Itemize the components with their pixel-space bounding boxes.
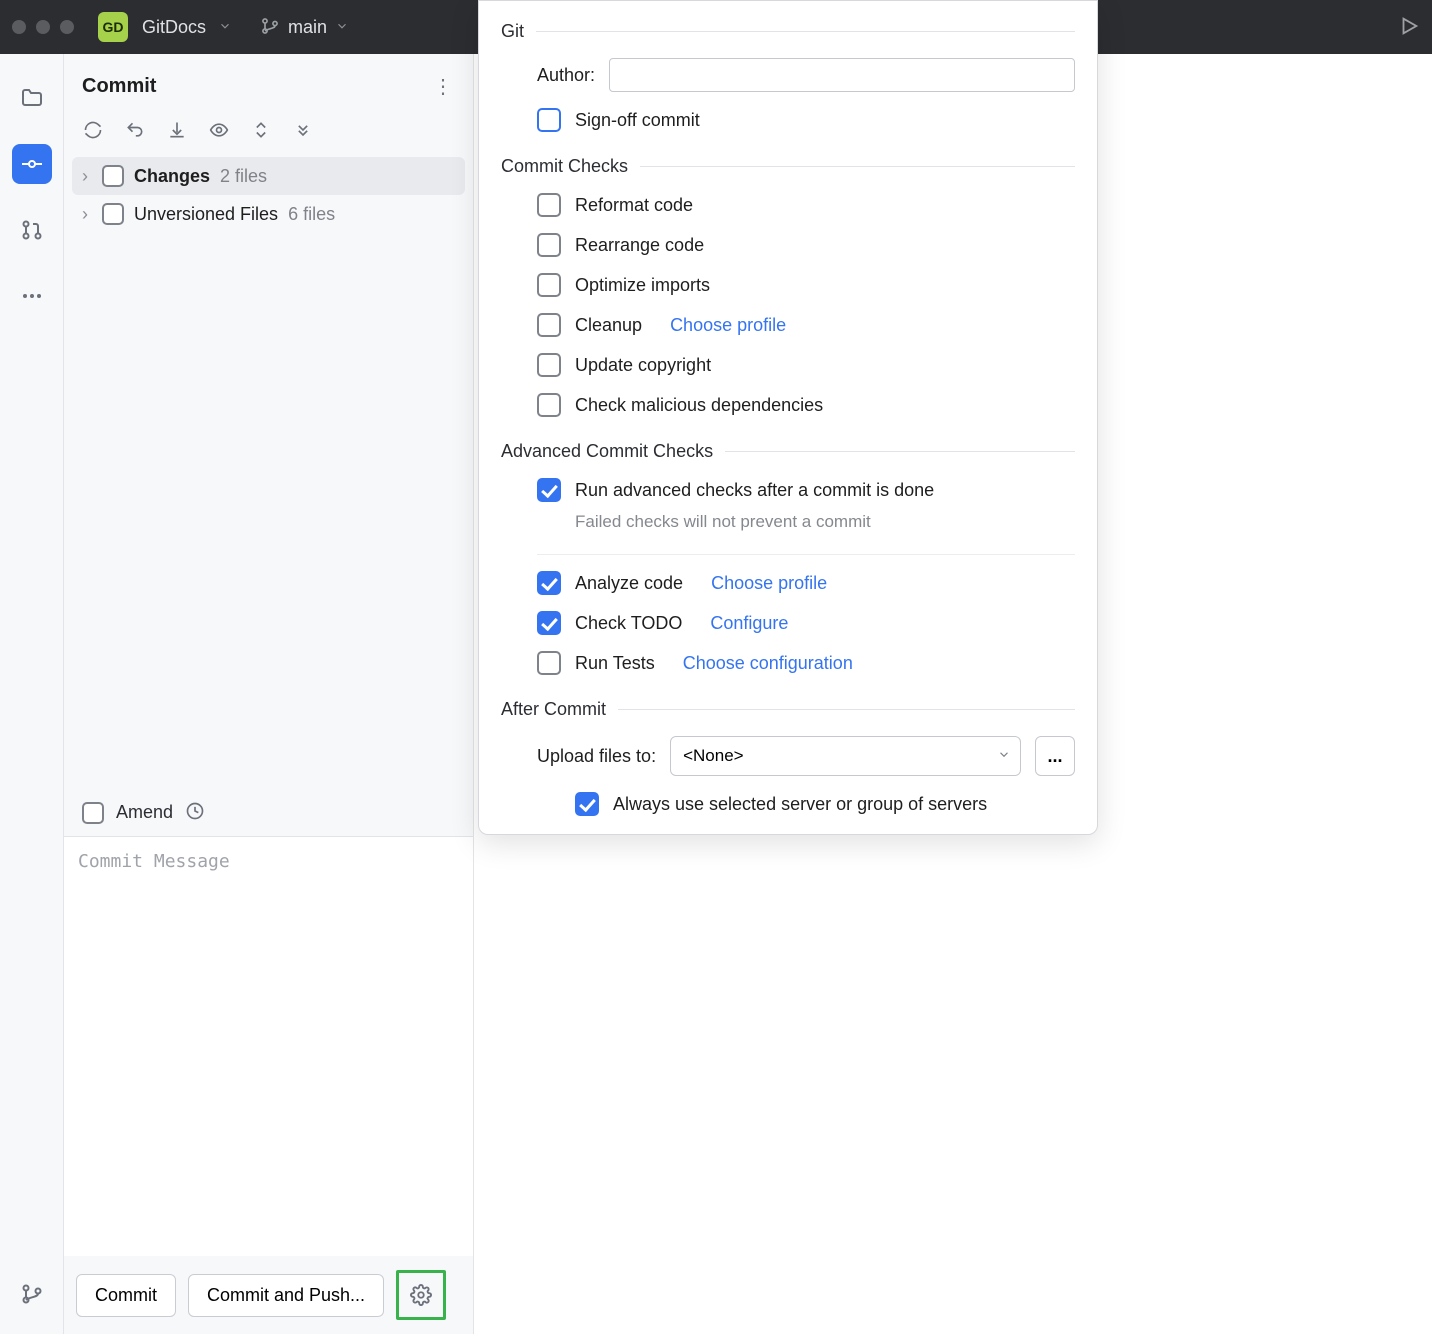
divider bbox=[725, 451, 1075, 452]
run-tests-config-link[interactable]: Choose configuration bbox=[683, 653, 853, 674]
run-after-label: Run advanced checks after a commit is do… bbox=[575, 480, 934, 501]
run-tests-label: Run Tests bbox=[575, 653, 655, 674]
group-by-icon[interactable] bbox=[292, 119, 314, 141]
commit-options-popover: Git Author: Sign-off commit Commit Check… bbox=[478, 0, 1098, 835]
advanced-legend: Advanced Commit Checks bbox=[501, 441, 713, 462]
changes-count: 2 files bbox=[220, 166, 267, 187]
signoff-label: Sign-off commit bbox=[575, 110, 700, 131]
changes-node[interactable]: › Changes 2 files bbox=[72, 157, 465, 195]
branch-icon bbox=[260, 16, 280, 39]
branch-dropdown-icon bbox=[335, 19, 349, 36]
changes-label: Changes bbox=[134, 166, 210, 187]
git-legend: Git bbox=[501, 21, 524, 42]
malicious-checkbox[interactable] bbox=[537, 393, 561, 417]
commit-checks-section: Commit Checks Reformat code Rearrange co… bbox=[501, 156, 1075, 417]
left-toolbar bbox=[0, 54, 64, 1334]
commit-button-row: Commit Commit and Push... bbox=[64, 1256, 473, 1334]
copyright-checkbox[interactable] bbox=[537, 353, 561, 377]
analyze-label: Analyze code bbox=[575, 573, 683, 594]
unversioned-label: Unversioned Files bbox=[134, 204, 278, 225]
cleanup-profile-link[interactable]: Choose profile bbox=[670, 315, 786, 336]
signoff-checkbox[interactable] bbox=[537, 108, 561, 132]
author-input[interactable] bbox=[609, 58, 1075, 92]
chevron-right-icon: › bbox=[78, 166, 92, 187]
copyright-label: Update copyright bbox=[575, 355, 711, 376]
commit-message-area[interactable] bbox=[64, 836, 473, 1256]
todo-checkbox[interactable] bbox=[537, 611, 561, 635]
run-after-help: Failed checks will not prevent a commit bbox=[575, 512, 1075, 532]
rollback-icon[interactable] bbox=[124, 119, 146, 141]
branch-selector[interactable]: main bbox=[260, 16, 349, 39]
amend-checkbox[interactable] bbox=[82, 802, 104, 824]
commit-options-gear-icon[interactable] bbox=[403, 1277, 439, 1313]
todo-label: Check TODO bbox=[575, 613, 682, 634]
commit-button[interactable]: Commit bbox=[76, 1274, 176, 1317]
commit-toolbar bbox=[64, 113, 473, 157]
preview-diff-icon[interactable] bbox=[208, 119, 230, 141]
traffic-light-close[interactable] bbox=[12, 20, 26, 34]
run-after-checkbox[interactable] bbox=[537, 478, 561, 502]
always-use-label: Always use selected server or group of s… bbox=[613, 794, 987, 815]
analyze-checkbox[interactable] bbox=[537, 571, 561, 595]
divider bbox=[618, 709, 1075, 710]
run-icon[interactable] bbox=[1398, 15, 1420, 40]
reformat-checkbox[interactable] bbox=[537, 193, 561, 217]
gear-highlight bbox=[396, 1270, 446, 1320]
project-badge: GD bbox=[98, 12, 128, 42]
always-use-checkbox[interactable] bbox=[575, 792, 599, 816]
rail-vcs-icon[interactable] bbox=[12, 1274, 52, 1314]
after-commit-legend: After Commit bbox=[501, 699, 606, 720]
changes-checkbox[interactable] bbox=[102, 165, 124, 187]
commit-checks-legend: Commit Checks bbox=[501, 156, 628, 177]
upload-label: Upload files to: bbox=[537, 746, 656, 767]
traffic-light-zoom[interactable] bbox=[60, 20, 74, 34]
refresh-icon[interactable] bbox=[82, 119, 104, 141]
commit-panel-more-icon[interactable]: ⋮ bbox=[433, 74, 455, 99]
expand-collapse-icon[interactable] bbox=[250, 119, 272, 141]
chevron-right-icon: › bbox=[78, 204, 92, 225]
unversioned-checkbox[interactable] bbox=[102, 203, 124, 225]
project-dropdown-icon[interactable] bbox=[218, 19, 232, 36]
traffic-light-minimize[interactable] bbox=[36, 20, 50, 34]
commit-panel-title: Commit bbox=[82, 75, 156, 98]
run-tests-checkbox[interactable] bbox=[537, 651, 561, 675]
analyze-profile-link[interactable]: Choose profile bbox=[711, 573, 827, 594]
project-name[interactable]: GitDocs bbox=[142, 17, 206, 38]
optimize-label: Optimize imports bbox=[575, 275, 710, 296]
commit-message-input[interactable] bbox=[78, 851, 459, 1242]
divider bbox=[537, 554, 1075, 555]
author-label: Author: bbox=[537, 65, 595, 86]
shelve-icon[interactable] bbox=[166, 119, 188, 141]
window-controls bbox=[12, 20, 74, 34]
commit-and-push-button[interactable]: Commit and Push... bbox=[188, 1274, 384, 1317]
malicious-label: Check malicious dependencies bbox=[575, 395, 823, 416]
rail-commit-icon[interactable] bbox=[12, 144, 52, 184]
unversioned-node[interactable]: › Unversioned Files 6 files bbox=[64, 195, 473, 233]
git-section: Git Author: Sign-off commit bbox=[501, 21, 1075, 132]
upload-more-button[interactable]: ... bbox=[1035, 736, 1075, 776]
rearrange-checkbox[interactable] bbox=[537, 233, 561, 257]
rearrange-label: Rearrange code bbox=[575, 235, 704, 256]
advanced-checks-section: Advanced Commit Checks Run advanced chec… bbox=[501, 441, 1075, 675]
divider bbox=[640, 166, 1075, 167]
rail-pull-request-icon[interactable] bbox=[12, 210, 52, 250]
upload-select[interactable] bbox=[670, 736, 1021, 776]
unversioned-count: 6 files bbox=[288, 204, 335, 225]
history-icon[interactable] bbox=[185, 801, 205, 824]
rail-more-icon[interactable] bbox=[12, 276, 52, 316]
rail-project-icon[interactable] bbox=[12, 78, 52, 118]
divider bbox=[536, 31, 1075, 32]
todo-configure-link[interactable]: Configure bbox=[710, 613, 788, 634]
amend-label: Amend bbox=[116, 802, 173, 823]
branch-name: main bbox=[288, 17, 327, 38]
reformat-label: Reformat code bbox=[575, 195, 693, 216]
after-commit-section: After Commit Upload files to: ... Always… bbox=[501, 699, 1075, 816]
cleanup-label: Cleanup bbox=[575, 315, 642, 336]
amend-row: Amend bbox=[64, 801, 473, 836]
cleanup-checkbox[interactable] bbox=[537, 313, 561, 337]
optimize-checkbox[interactable] bbox=[537, 273, 561, 297]
commit-panel: Commit ⋮ › Changes 2 files › Unversioned… bbox=[64, 54, 474, 1334]
